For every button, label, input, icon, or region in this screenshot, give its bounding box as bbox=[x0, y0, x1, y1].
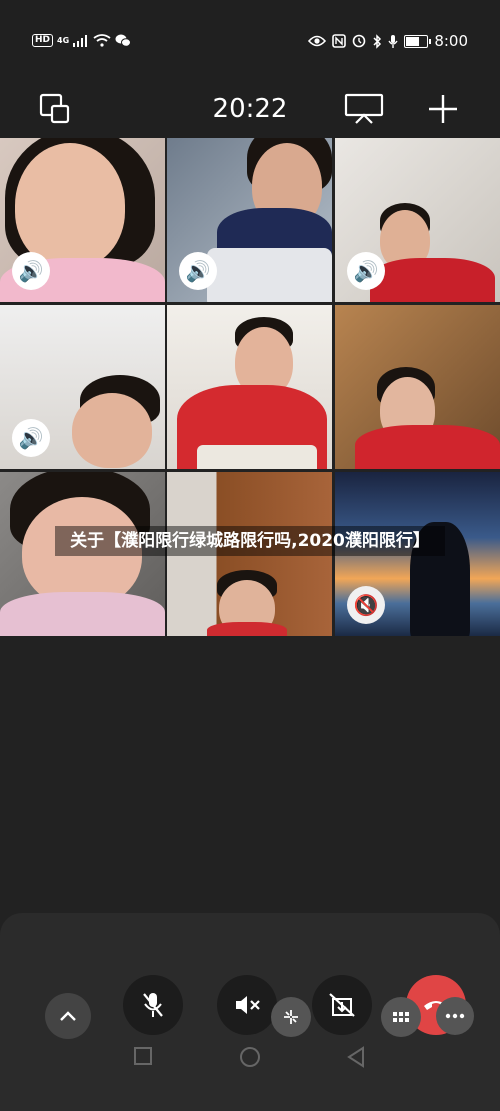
screen-share-icon[interactable] bbox=[344, 92, 384, 126]
overlay-caption: 关于【濮阳限行绿城路限行吗,2020濮阳限行】 bbox=[55, 526, 445, 556]
effects-icon[interactable] bbox=[271, 997, 311, 1037]
mic-on-icon: 🔊 bbox=[12, 252, 50, 290]
status-time: 8:00 bbox=[434, 32, 468, 50]
speaker-off-icon[interactable] bbox=[217, 975, 277, 1035]
add-participant-icon[interactable] bbox=[426, 92, 460, 126]
more-icon[interactable] bbox=[436, 997, 474, 1035]
nav-back-icon[interactable] bbox=[346, 1046, 366, 1068]
mic-on-icon: 🔊 bbox=[179, 252, 217, 290]
status-left: HD 4G bbox=[32, 34, 132, 47]
mic-on-icon: 🔊 bbox=[347, 252, 385, 290]
call-top-bar: 20:22 bbox=[0, 80, 500, 138]
eye-icon bbox=[308, 35, 327, 47]
participant-tile[interactable]: 🔊 bbox=[335, 138, 500, 302]
alarm-icon bbox=[353, 34, 366, 48]
status-right: 8:00 bbox=[308, 32, 468, 50]
grid-icon[interactable] bbox=[381, 997, 421, 1037]
video-grid: 🔊 🔊 🔊 🔊 🔇 bbox=[0, 138, 500, 638]
nav-recents-icon[interactable] bbox=[133, 1046, 153, 1066]
mic-status-icon bbox=[388, 34, 398, 48]
participant-tile[interactable] bbox=[335, 305, 500, 469]
camera-off-icon[interactable] bbox=[312, 975, 372, 1035]
wifi-icon bbox=[93, 34, 111, 47]
battery-icon bbox=[404, 34, 432, 48]
participant-tile[interactable] bbox=[167, 305, 332, 469]
mic-on-icon: 🔊 bbox=[12, 419, 50, 457]
collapse-icon[interactable] bbox=[45, 993, 91, 1039]
participant-tile[interactable]: 🔊 bbox=[0, 305, 165, 469]
signal-icon bbox=[73, 34, 88, 47]
battery-fill bbox=[406, 36, 419, 46]
call-timer: 20:22 bbox=[212, 94, 288, 124]
participant-tile[interactable]: 🔊 bbox=[167, 138, 332, 302]
hd-icon: HD bbox=[32, 34, 54, 47]
nav-home-icon[interactable] bbox=[239, 1046, 261, 1068]
participant-tile[interactable]: 🔊 bbox=[0, 138, 165, 302]
network-4g-icon: 4G bbox=[57, 36, 70, 45]
mute-mic-icon[interactable] bbox=[123, 975, 183, 1035]
bluetooth-icon bbox=[373, 33, 382, 49]
status-bar: HD 4G 8:00 bbox=[0, 0, 500, 80]
wechat-icon bbox=[115, 34, 132, 47]
nfc-icon bbox=[332, 34, 347, 48]
mic-muted-icon: 🔇 bbox=[347, 586, 385, 624]
